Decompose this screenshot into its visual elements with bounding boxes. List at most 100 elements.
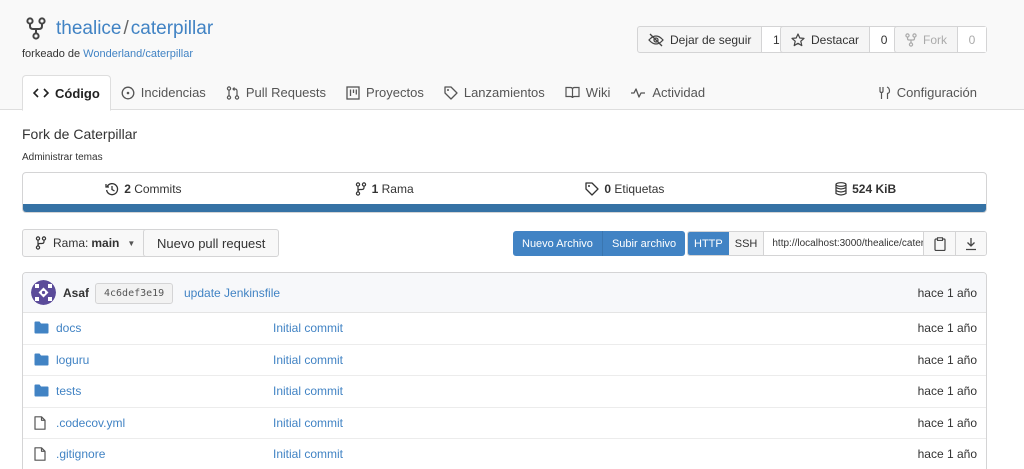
forked-from: forkeado de Wonderland/caterpillar: [22, 48, 193, 60]
stat-branches[interactable]: 1 Rama: [264, 182, 505, 196]
folder-icon: [34, 321, 49, 334]
stat-commits[interactable]: 2 Commits: [23, 182, 264, 196]
repo-owner-link[interactable]: thealice: [56, 18, 122, 39]
clone-panel: HTTP SSH http://localhost:3000/thealice/…: [687, 231, 987, 256]
download-icon: [966, 237, 976, 250]
branch-icon: [355, 182, 366, 196]
manage-topics-link[interactable]: Administrar temas: [22, 152, 103, 163]
file-actions-group: Nuevo Archivo Subir archivo: [513, 231, 686, 256]
project-icon: [346, 85, 360, 100]
file-name-link[interactable]: loguru: [56, 353, 89, 367]
clipboard-icon: [933, 236, 946, 251]
commits-label: Commits: [134, 182, 182, 196]
language-bar[interactable]: [23, 204, 986, 212]
commit-message-link[interactable]: update Jenkinsfile: [184, 286, 280, 300]
file-commit-link[interactable]: Initial commit: [273, 353, 343, 367]
branches-count: 1: [371, 182, 379, 196]
clone-url-input[interactable]: http://localhost:3000/thealice/caterpill…: [764, 232, 924, 255]
tab-activity[interactable]: Actividad: [620, 75, 715, 110]
branch-label: Rama:: [53, 236, 89, 250]
tag-icon: [585, 182, 599, 196]
tab-pull-requests-label: Pull Requests: [245, 85, 327, 100]
code-icon: [33, 88, 49, 98]
list-item: loguru Initial commit hace 1 año: [23, 345, 986, 376]
tab-settings[interactable]: Configuración: [877, 75, 977, 110]
file-name-link[interactable]: .codecov.yml: [56, 416, 125, 430]
chevron-down-icon: ▼: [127, 238, 136, 248]
repo-forked-icon: [26, 17, 46, 40]
tab-wiki[interactable]: Wiki: [555, 75, 621, 110]
star-label: Destacar: [811, 32, 860, 47]
tags-count: 0: [604, 182, 612, 196]
file-name-link[interactable]: .gitignore: [56, 447, 105, 461]
commit-author[interactable]: Asaf: [63, 286, 89, 300]
file-age: hace 1 año: [917, 447, 977, 461]
stat-size: 524 KiB: [745, 182, 986, 196]
download-button[interactable]: [955, 232, 986, 255]
file-commit-link[interactable]: Initial commit: [273, 384, 343, 398]
new-file-button[interactable]: Nuevo Archivo: [513, 231, 602, 256]
repo-description: Fork de Caterpillar: [22, 126, 138, 142]
repo-name-link[interactable]: caterpillar: [131, 18, 213, 39]
file-commit-link[interactable]: Initial commit: [273, 321, 343, 335]
fork-button[interactable]: Fork: [895, 27, 958, 52]
file-commit-link[interactable]: Initial commit: [273, 447, 343, 461]
repo-size: 524 KiB: [852, 182, 897, 196]
branch-icon: [35, 236, 47, 250]
list-item: .codecov.yml Initial commit hace 1 año: [23, 408, 986, 439]
tab-code[interactable]: Código: [22, 75, 111, 111]
tab-projects[interactable]: Proyectos: [336, 75, 434, 110]
pull-request-icon: [226, 85, 240, 100]
star-button-group: Destacar 0: [780, 26, 900, 53]
clone-ssh-button[interactable]: SSH: [728, 232, 765, 255]
unwatch-button[interactable]: Dejar de seguir: [638, 27, 763, 52]
list-item: docs Initial commit hace 1 año: [23, 313, 986, 345]
issue-icon: [121, 86, 135, 99]
repo-title-separator: /: [123, 18, 129, 39]
tags-label: Etiquetas: [614, 182, 665, 196]
repo-title: thealice / caterpillar: [56, 17, 213, 41]
forked-from-link[interactable]: Wonderland/caterpillar: [83, 48, 193, 60]
avatar[interactable]: [31, 280, 56, 305]
eye-slash-icon: [648, 33, 664, 46]
file-icon: [34, 415, 46, 430]
book-icon: [565, 86, 580, 99]
star-button[interactable]: Destacar: [781, 27, 871, 52]
fork-count[interactable]: 0: [958, 27, 986, 52]
tab-code-label: Código: [55, 85, 100, 101]
tab-wiki-label: Wiki: [585, 85, 611, 100]
pulse-icon: [631, 87, 646, 98]
branch-selector[interactable]: Rama: main ▼: [22, 229, 149, 257]
file-age: hace 1 año: [917, 321, 977, 335]
tab-issues-label: Incidencias: [140, 85, 206, 100]
file-age: hace 1 año: [917, 352, 977, 367]
folder-icon: [34, 353, 49, 365]
database-icon: [835, 182, 847, 196]
copy-url-button[interactable]: [924, 232, 955, 255]
upload-file-button[interactable]: Subir archivo: [601, 231, 686, 256]
tab-pull-requests[interactable]: Pull Requests: [216, 75, 336, 110]
tab-settings-label: Configuración: [896, 85, 977, 100]
file-list: Asaf 4c6def3e19 update Jenkinsfile hace …: [22, 272, 987, 469]
watch-button-group: Dejar de seguir 1: [637, 26, 792, 53]
tab-issues[interactable]: Incidencias: [111, 75, 216, 110]
forked-from-label: forkeado de: [22, 48, 81, 60]
commit-sha-button[interactable]: 4c6def3e19: [95, 283, 174, 304]
tab-activity-label: Actividad: [652, 85, 706, 100]
new-pull-request-button[interactable]: Nuevo pull request: [143, 229, 280, 257]
stat-tags[interactable]: 0 Etiquetas: [505, 182, 746, 196]
fork-label: Fork: [923, 32, 947, 47]
tab-projects-label: Proyectos: [366, 85, 424, 100]
latest-commit-row: Asaf 4c6def3e19 update Jenkinsfile hace …: [23, 273, 986, 313]
repo-header: thealice / caterpillar forkeado de Wonderl…: [0, 0, 1024, 111]
repo-stats-bar: 2 Commits 1 Rama 0 Etiquetas 524 KiB: [22, 172, 987, 213]
commit-age: hace 1 año: [917, 286, 977, 300]
clone-http-button[interactable]: HTTP: [688, 232, 729, 255]
file-name-link[interactable]: tests: [56, 384, 81, 398]
file-commit-link[interactable]: Initial commit: [273, 416, 343, 430]
list-item: .gitignore Initial commit hace 1 año: [23, 439, 986, 469]
file-name-link[interactable]: docs: [56, 321, 81, 335]
file-icon: [34, 447, 46, 461]
tab-releases[interactable]: Lanzamientos: [434, 75, 555, 110]
repo-tabs: Código Incidencias Pull Requests Proyect…: [22, 75, 715, 111]
